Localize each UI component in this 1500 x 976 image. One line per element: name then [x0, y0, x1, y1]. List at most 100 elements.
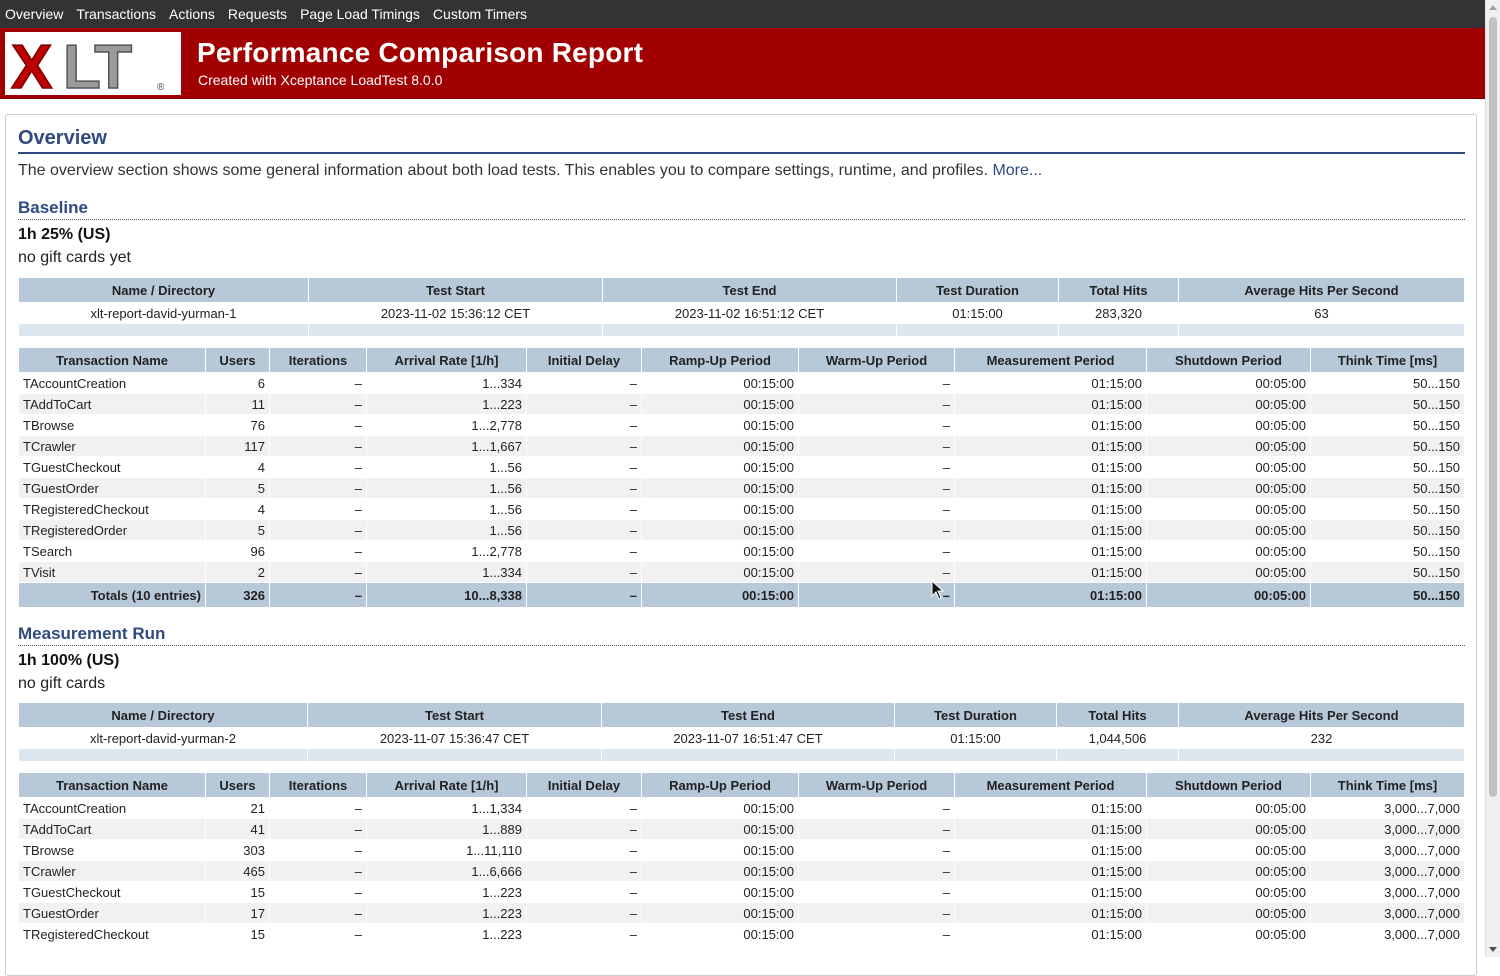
table-cell: 00:15:00 [641, 839, 799, 861]
table-cell: 00:15:00 [641, 797, 799, 819]
table-cell: 01:15:00 [954, 393, 1147, 415]
table-cell: – [526, 519, 642, 541]
table-cell: – [269, 393, 367, 415]
table-cell: 00:15:00 [641, 923, 799, 945]
table-cell: – [526, 860, 642, 882]
table-cell: 00:05:00 [1146, 902, 1311, 924]
transaction-name-cell: TGuestCheckout [18, 456, 206, 478]
table-cell: – [269, 540, 367, 562]
table-cell: 50...150 [1310, 561, 1465, 583]
totals-cell: – [526, 582, 642, 608]
table-cell: 1...1,334 [366, 797, 527, 819]
transaction-header-row: Transaction Name Users Iterations Arrival R… [18, 772, 1465, 798]
scroll-down-icon[interactable] [1489, 947, 1497, 952]
table-cell: 17 [205, 902, 270, 924]
table-cell: 00:05:00 [1146, 923, 1311, 945]
table-cell: 50...150 [1310, 540, 1465, 562]
table-cell: 00:05:00 [1146, 561, 1311, 583]
report-title: Performance Comparison Report [197, 37, 644, 68]
summary-cell: xlt-report-david-yurman-2 [18, 727, 308, 749]
summary-cell: 01:15:00 [894, 727, 1057, 749]
table-cell: 00:15:00 [641, 393, 799, 415]
measurement-summary-table: Name / Directory Test Start Test End Tes… [18, 702, 1465, 762]
col-transaction-name: Transaction Name [18, 347, 206, 373]
col-arrival-rate: Arrival Rate [1/h] [366, 347, 527, 373]
totals-cell: 50...150 [1310, 582, 1465, 608]
overview-description: The overview section shows some general … [18, 162, 1465, 180]
nav-overview[interactable]: Overview [0, 0, 71, 28]
table-cell: – [798, 414, 955, 436]
report-subtitle: Created with Xceptance LoadTest 8.0.0 [198, 72, 443, 88]
nav-actions[interactable]: Actions [164, 0, 223, 28]
table-cell: – [269, 414, 367, 436]
transaction-name-cell: TRegisteredCheckout [18, 923, 206, 945]
table-cell: – [269, 435, 367, 457]
table-row: TGuestOrder 17–1...223–00:15:00–01:15:00 0… [18, 902, 1465, 924]
scrollbar-thumb[interactable] [1489, 17, 1497, 797]
table-cell: 1...56 [366, 498, 527, 520]
table-cell: 00:15:00 [641, 540, 799, 562]
table-cell: 01:15:00 [954, 797, 1147, 819]
table-cell: 00:15:00 [641, 435, 799, 457]
totals-row: Totals (10 entries) 326–10...8,338–00:15:… [18, 582, 1465, 608]
col-test-start: Test Start [308, 277, 603, 303]
table-cell: 00:05:00 [1146, 498, 1311, 520]
table-cell: 00:15:00 [641, 818, 799, 840]
nav-transactions[interactable]: Transactions [71, 0, 164, 28]
table-row: TRegisteredOrder 5–1...56–00:15:00–01:15:… [18, 519, 1465, 541]
table-row: TCrawler 117–1...1,667–00:15:00–01:15:00 0… [18, 435, 1465, 457]
table-cell: 00:05:00 [1146, 860, 1311, 882]
table-cell: 3,000...7,000 [1310, 818, 1465, 840]
nav-page-load-timings[interactable]: Page Load Timings [295, 0, 428, 28]
col-initial-delay: Initial Delay [526, 347, 642, 373]
scroll-up-icon[interactable] [1489, 5, 1497, 10]
transaction-name-cell: TBrowse [18, 414, 206, 436]
table-cell: 00:05:00 [1146, 881, 1311, 903]
table-cell: – [798, 818, 955, 840]
summary-cell: 283,320 [1058, 302, 1179, 324]
transaction-name-cell: TRegisteredCheckout [18, 498, 206, 520]
vertical-scrollbar[interactable] [1485, 0, 1500, 957]
svg-text:®: ® [157, 82, 165, 93]
table-cell: 41 [205, 818, 270, 840]
transaction-name-cell: TVisit [18, 561, 206, 583]
table-cell: 00:15:00 [641, 881, 799, 903]
col-total-hits: Total Hits [1056, 702, 1179, 728]
table-cell: 1...11,110 [366, 839, 527, 861]
table-cell: 465 [205, 860, 270, 882]
table-cell: 1...2,778 [366, 414, 527, 436]
table-cell: – [526, 414, 642, 436]
table-cell: – [526, 477, 642, 499]
table-cell: – [269, 372, 367, 394]
transaction-name-cell: TGuestOrder [18, 902, 206, 924]
totals-cell: 00:15:00 [641, 582, 799, 608]
table-cell: 00:05:00 [1146, 435, 1311, 457]
table-cell: 00:05:00 [1146, 456, 1311, 478]
transaction-name-cell: TBrowse [18, 839, 206, 861]
col-initial-delay: Initial Delay [526, 772, 642, 798]
totals-cell: 10...8,338 [366, 582, 527, 608]
more-link[interactable]: More... [992, 162, 1042, 179]
table-cell: – [526, 902, 642, 924]
table-cell: 01:15:00 [954, 477, 1147, 499]
table-cell: 21 [205, 797, 270, 819]
table-cell: 00:05:00 [1146, 414, 1311, 436]
table-cell: 1...56 [366, 477, 527, 499]
nav-custom-timers[interactable]: Custom Timers [428, 0, 535, 28]
table-cell: 00:15:00 [641, 902, 799, 924]
table-cell: 1...2,778 [366, 540, 527, 562]
table-cell: 01:15:00 [954, 561, 1147, 583]
table-row: TSearch 96–1...2,778–00:15:00–01:15:00 00:… [18, 540, 1465, 562]
baseline-name: 1h 25% (US) [18, 226, 111, 243]
table-cell: 303 [205, 839, 270, 861]
table-cell: – [798, 393, 955, 415]
table-cell: 50...150 [1310, 519, 1465, 541]
nav-requests[interactable]: Requests [223, 0, 295, 28]
summary-cell: xlt-report-david-yurman-1 [18, 302, 309, 324]
table-row: TRegisteredCheckout 4–1...56–00:15:00–01:… [18, 498, 1465, 520]
col-test-start: Test Start [307, 702, 602, 728]
table-cell: 5 [205, 477, 270, 499]
table-cell: 1...334 [366, 372, 527, 394]
col-shutdown-period: Shutdown Period [1146, 347, 1311, 373]
table-cell: – [526, 540, 642, 562]
